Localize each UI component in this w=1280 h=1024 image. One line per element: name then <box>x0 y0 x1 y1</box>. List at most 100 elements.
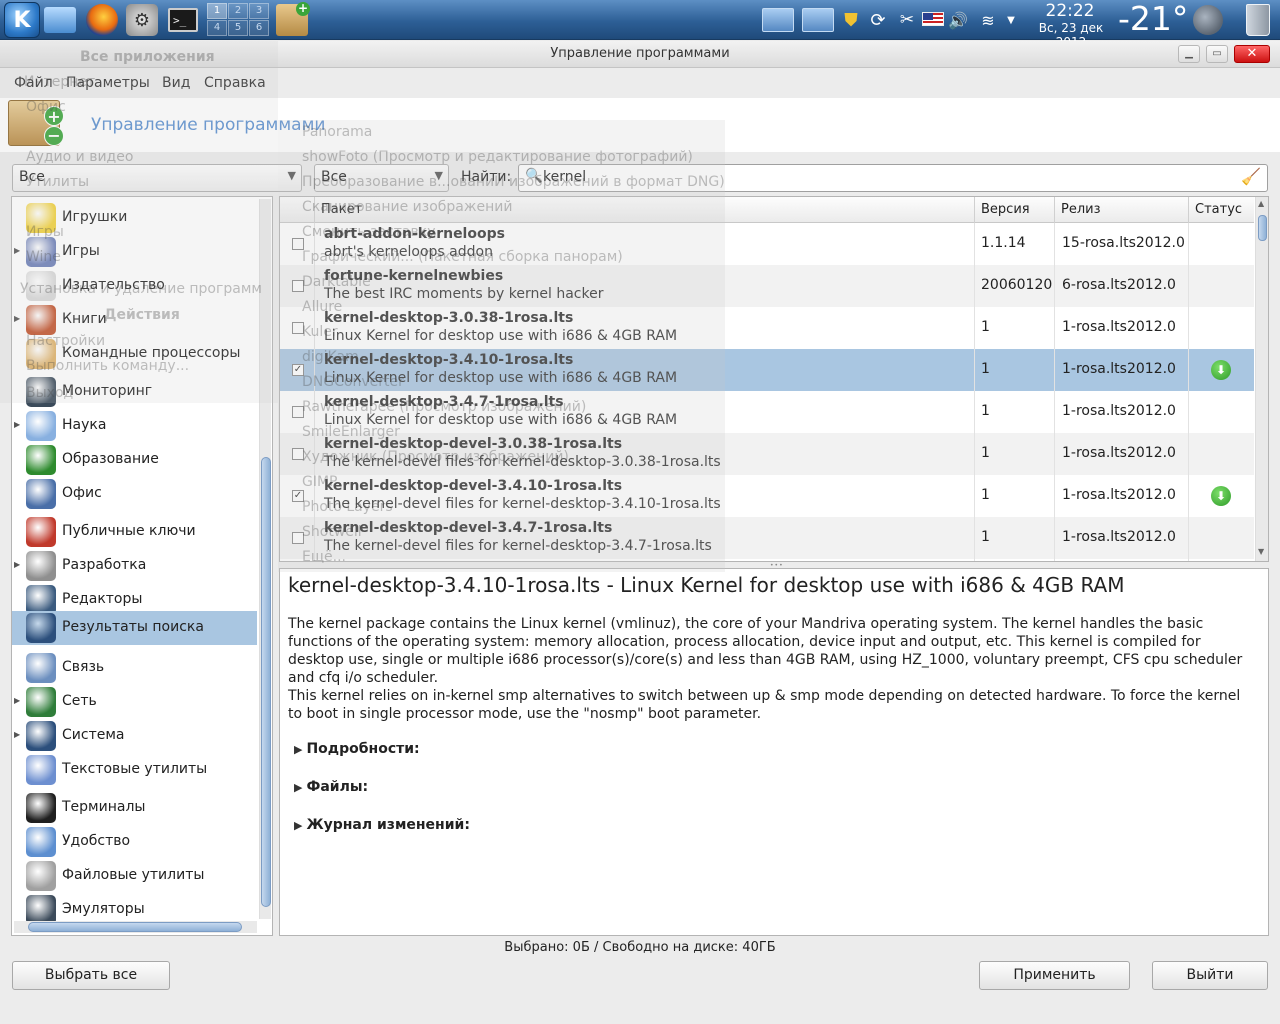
table-vertical-scrollbar[interactable]: ▲ ▼ <box>1255 197 1268 561</box>
window-task-icon[interactable] <box>802 8 834 32</box>
category-item[interactable]: ▶ Разработка <box>12 549 257 583</box>
clear-search-icon[interactable]: 🧹 <box>1241 167 1261 186</box>
find-label: Найти: <box>461 169 512 185</box>
terminal-icon[interactable]: >_ <box>168 8 198 32</box>
select-checkbox[interactable]: ✓ <box>292 364 304 376</box>
pager-desktop[interactable]: 1 <box>207 3 227 19</box>
category-item[interactable]: Текстовые утилиты <box>12 753 257 787</box>
maximize-button[interactable]: ▭ <box>1206 45 1228 63</box>
menu-file[interactable]: Файл <box>14 75 53 91</box>
column-header-status[interactable]: Статус <box>1188 197 1254 223</box>
pager-desktop[interactable]: 5 <box>228 20 248 36</box>
quit-button[interactable]: Выйти <box>1152 961 1268 990</box>
scroll-down-icon[interactable]: ▼ <box>1258 547 1264 556</box>
category-item[interactable]: Удобство <box>12 825 257 859</box>
kde-menu-icon[interactable]: K <box>4 2 40 38</box>
pager-desktop[interactable]: 6 <box>249 20 269 36</box>
status-filter-select[interactable]: Все ▼ <box>314 164 449 192</box>
category-item[interactable]: Образование <box>12 443 257 477</box>
publishing-icon <box>26 271 56 301</box>
category-item[interactable]: Публичные ключи <box>12 515 257 549</box>
category-item[interactable]: Терминалы <box>12 791 257 825</box>
clipboard-scissors-icon[interactable]: ✂ <box>896 8 918 32</box>
table-row[interactable]: fortune-kernelnewbies The best IRC moment… <box>280 265 1254 307</box>
scrollbar-thumb[interactable] <box>1258 215 1267 241</box>
system-settings-icon[interactable]: ⚙ <box>126 4 158 36</box>
category-item[interactable]: ▶ Система <box>12 719 257 753</box>
expand-arrow-icon[interactable]: ▶ <box>14 420 20 429</box>
expand-arrow-icon[interactable]: ▶ <box>14 560 20 569</box>
expand-arrow-icon[interactable]: ▶ <box>14 730 20 739</box>
category-item[interactable]: ▶ Сеть <box>12 685 257 719</box>
table-row[interactable]: kernel-desktop-3.0.38-1rosa.lts Linux Ker… <box>280 307 1254 349</box>
keyboard-layout-flag-icon[interactable] <box>922 12 944 26</box>
scrollbar-thumb[interactable] <box>261 457 271 907</box>
table-row[interactable]: ✓ kernel-desktop-3.4.10-1rosa.lts Linux Ke… <box>280 349 1254 391</box>
wifi-icon[interactable]: ≋ <box>976 8 1000 32</box>
weather-temperature[interactable]: -21° <box>1118 0 1188 38</box>
firefox-icon[interactable] <box>86 4 118 36</box>
category-item[interactable]: ▶ Наука <box>12 409 257 443</box>
scrollbar-thumb[interactable] <box>28 922 242 932</box>
category-item[interactable]: Связь <box>12 651 257 685</box>
category-item[interactable]: Мониторинг <box>12 375 257 409</box>
category-item[interactable]: ▶ Книги <box>12 303 257 337</box>
window-task-icon[interactable] <box>762 8 794 32</box>
category-item[interactable]: Офис <box>12 477 257 511</box>
volume-icon[interactable]: 🔊 <box>946 8 970 32</box>
select-checkbox[interactable] <box>292 238 304 250</box>
table-row[interactable]: kernel-desktop-devel-3.0.38-1rosa.lts The… <box>280 433 1254 475</box>
category-item[interactable]: ▶ Игры <box>12 235 257 269</box>
tray-expand-icon[interactable]: ▼ <box>1004 8 1018 32</box>
column-header-version[interactable]: Версия <box>974 197 1054 223</box>
details-expander[interactable]: ▶ Подробности: <box>294 741 420 757</box>
status-filter-value: Все <box>321 169 347 185</box>
expand-arrow-icon[interactable]: ▶ <box>14 314 20 323</box>
update-icon[interactable]: ⟳ <box>866 8 890 32</box>
table-row[interactable]: ✓ kernel-desktop-devel-3.4.10-1rosa.lts Th… <box>280 475 1254 517</box>
close-button[interactable]: ✕ <box>1234 45 1270 63</box>
apply-button[interactable]: Применить <box>979 961 1130 990</box>
select-checkbox[interactable]: ✓ <box>292 490 304 502</box>
menu-help[interactable]: Справка <box>204 75 266 91</box>
clock-time[interactable]: 22:22 <box>1030 1 1110 21</box>
search-input[interactable] <box>543 169 1223 185</box>
tree-horizontal-scrollbar[interactable] <box>14 921 257 933</box>
column-header-package[interactable]: Пакет <box>314 197 974 223</box>
window-titlebar[interactable]: Управление программами ▁ ▭ ✕ <box>0 41 1280 68</box>
select-all-button[interactable]: Выбрать все <box>12 961 170 990</box>
table-row[interactable]: kernel-desktop-3.4.7-1rosa.lts Linux Kern… <box>280 391 1254 433</box>
search-box[interactable]: 🔍 🧹 <box>518 164 1268 192</box>
column-header-release[interactable]: Релиз <box>1054 197 1188 223</box>
category-item[interactable]: Издательство <box>12 269 257 303</box>
group-filter-select[interactable]: Все ▼ <box>12 164 302 192</box>
select-checkbox[interactable] <box>292 532 304 544</box>
minimize-button[interactable]: ▁ <box>1178 45 1200 63</box>
expand-arrow-icon[interactable]: ▶ <box>14 246 20 255</box>
shield-icon[interactable]: ⛊ <box>842 8 860 32</box>
category-item[interactable]: Игрушки <box>12 201 257 235</box>
pager-desktop[interactable]: 3 <box>249 3 269 19</box>
select-checkbox[interactable] <box>292 322 304 334</box>
package-manager-task-icon[interactable] <box>276 2 310 36</box>
trash-icon[interactable] <box>1246 4 1270 36</box>
table-row[interactable]: abrt-addon-kerneloops abrt's kerneloops a… <box>280 223 1254 265</box>
select-checkbox[interactable] <box>292 406 304 418</box>
file-manager-icon[interactable] <box>44 7 76 33</box>
expand-arrow-icon[interactable]: ▶ <box>14 696 20 705</box>
remove-badge-icon: − <box>44 126 64 146</box>
tree-vertical-scrollbar[interactable] <box>259 199 271 919</box>
scroll-up-icon[interactable]: ▲ <box>1258 199 1264 208</box>
changelog-expander[interactable]: ▶ Журнал изменений: <box>294 817 470 833</box>
select-checkbox[interactable] <box>292 448 304 460</box>
pager-desktop[interactable]: 4 <box>207 20 227 36</box>
menu-settings[interactable]: Параметры <box>66 75 150 91</box>
category-item[interactable]: Командные процессоры <box>12 337 257 371</box>
table-row[interactable]: kernel-desktop-devel-3.4.7-1rosa.lts The … <box>280 517 1254 559</box>
category-item[interactable]: Файловые утилиты <box>12 859 257 893</box>
files-expander[interactable]: ▶ Файлы: <box>294 779 368 795</box>
select-checkbox[interactable] <box>292 280 304 292</box>
menu-view[interactable]: Вид <box>162 75 190 91</box>
pager-desktop[interactable]: 2 <box>228 3 248 19</box>
category-item[interactable]: Результаты поиска <box>12 611 257 645</box>
